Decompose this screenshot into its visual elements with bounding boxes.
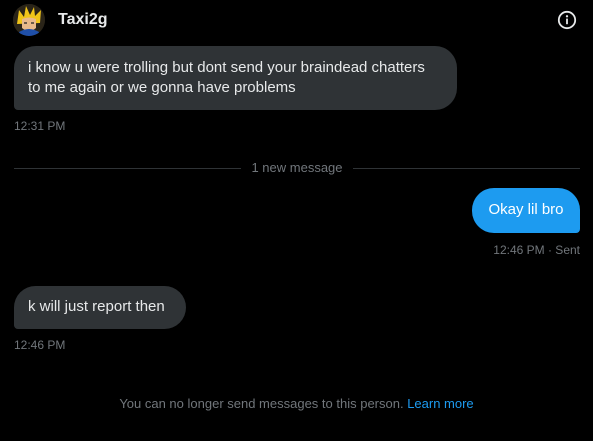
info-circle-icon xyxy=(557,10,577,30)
new-message-label: 1 new message xyxy=(251,160,343,175)
message-text: Okay lil bro xyxy=(488,201,564,218)
message-text-line: to me again or we gonna have problems xyxy=(28,79,296,96)
divider-line xyxy=(14,168,241,169)
user-avatar-icon xyxy=(13,4,45,36)
message-timestamp: 12:46 PM xyxy=(14,338,66,352)
message-bubble-received[interactable]: i know u were trolling but dont send you… xyxy=(14,46,457,110)
conversation-header: Taxi2g xyxy=(0,0,593,40)
conversation-username[interactable]: Taxi2g xyxy=(58,10,108,30)
message-text: k will just report then xyxy=(28,298,165,315)
messaging-restricted-notice: You can no longer send messages to this … xyxy=(0,396,593,412)
learn-more-link[interactable]: Learn more xyxy=(407,396,473,411)
restricted-notice-text: You can no longer send messages to this … xyxy=(119,396,408,411)
message-bubble-sent[interactable]: Okay lil bro xyxy=(472,188,580,233)
info-button[interactable] xyxy=(557,10,577,30)
message-timestamp: 12:31 PM xyxy=(14,119,66,133)
divider-line xyxy=(353,168,580,169)
avatar[interactable] xyxy=(13,4,45,36)
message-bubble-received[interactable]: k will just report then xyxy=(14,286,186,329)
message-text-line: i know u were trolling but dont send you… xyxy=(28,59,425,76)
new-message-divider: 1 new message xyxy=(14,159,580,177)
message-timestamp: 12:46 PM · Sent xyxy=(493,243,580,257)
